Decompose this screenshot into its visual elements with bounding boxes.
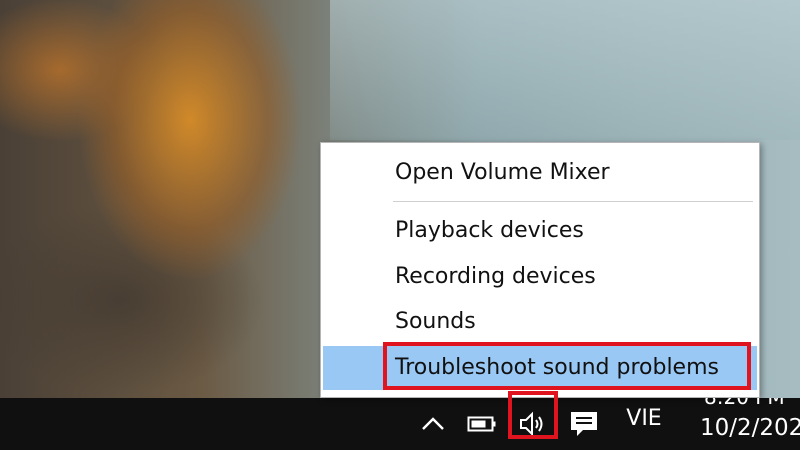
chevron-up-icon <box>422 417 444 430</box>
menu-item-playback-devices[interactable]: Playback devices <box>323 209 757 253</box>
taskbar <box>0 398 800 450</box>
clock-date: 10/2/2024 <box>700 415 800 441</box>
battery-button[interactable] <box>464 398 500 450</box>
action-center-button[interactable] <box>564 398 604 450</box>
language-indicator[interactable]: VIE <box>618 392 670 444</box>
menu-item-label: Open Volume Mixer <box>395 160 610 185</box>
language-label: VIE <box>626 405 662 431</box>
wallpaper-water <box>330 0 800 140</box>
clock[interactable]: 8:20 PM 10/2/2024 <box>690 398 800 450</box>
speaker-annotation-box <box>508 391 558 439</box>
clock-time: 8:20 PM <box>704 398 785 409</box>
menu-item-sounds[interactable]: Sounds <box>323 300 757 344</box>
menu-item-open-volume-mixer[interactable]: Open Volume Mixer <box>323 151 757 195</box>
action-center-icon <box>571 412 597 436</box>
menu-item-recording-devices[interactable]: Recording devices <box>323 255 757 299</box>
menu-item-label: Sounds <box>395 309 476 334</box>
show-hidden-icons-button[interactable] <box>416 398 450 450</box>
menu-item-label: Playback devices <box>395 218 584 243</box>
battery-icon <box>467 416 496 432</box>
menu-item-label: Recording devices <box>395 264 596 289</box>
menu-separator <box>393 201 753 202</box>
highlight-annotation-box <box>383 342 751 390</box>
